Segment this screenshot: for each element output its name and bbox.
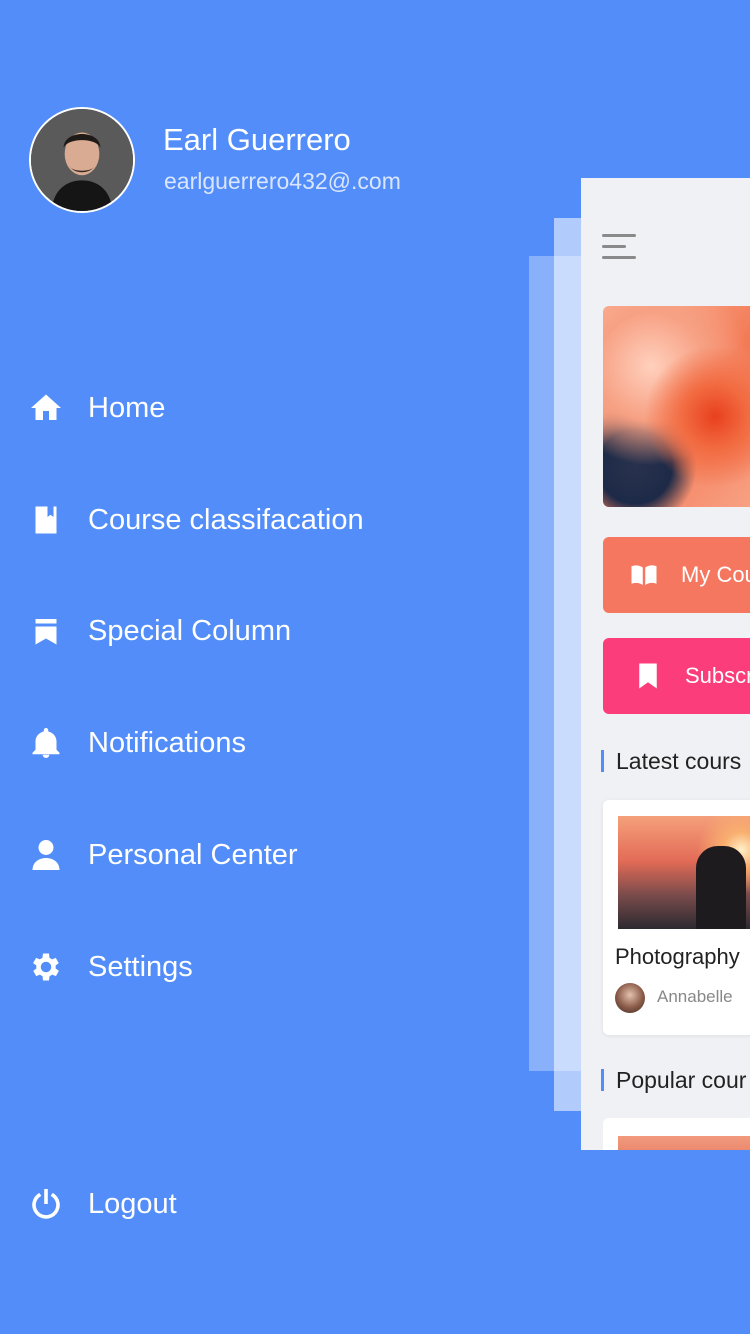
my-courses-button[interactable]: My Cou (603, 537, 750, 613)
user-email: earlguerrero432@.com (164, 168, 401, 194)
course-thumbnail (618, 816, 750, 929)
latest-courses-heading: Latest cours (601, 750, 741, 773)
my-courses-label: My Cou (681, 562, 750, 587)
menu-item-personal-center[interactable]: Personal Center (28, 833, 298, 877)
course-card[interactable]: Photography Annabelle (603, 800, 750, 1035)
menu-item-home[interactable]: Home (28, 386, 165, 430)
bookmark-icon (28, 613, 64, 649)
menu-item-label: Notifications (88, 726, 246, 759)
home-icon (28, 390, 64, 426)
course-title: Photography (615, 944, 740, 969)
profile-avatar[interactable] (29, 107, 135, 213)
profile-avatar-image (31, 109, 133, 211)
bell-icon (28, 725, 64, 761)
featured-banner[interactable] (603, 306, 750, 507)
logout-button[interactable]: Logout (28, 1182, 177, 1226)
hamburger-menu-icon[interactable] (602, 234, 638, 260)
menu-item-label: Course classifacation (88, 503, 364, 536)
user-name: Earl Guerrero (163, 122, 351, 157)
person-icon (28, 837, 64, 873)
author-avatar (615, 983, 645, 1013)
subscriptions-button[interactable]: Subscri (603, 638, 750, 714)
popular-course-card[interactable] (603, 1118, 750, 1150)
popular-courses-heading: Popular cour (601, 1069, 746, 1092)
main-screen-preview[interactable]: My Cou Subscri Latest cours Photography … (581, 178, 750, 1150)
menu-item-course-classification[interactable]: Course classifacation (28, 498, 364, 542)
menu-item-special-column[interactable]: Special Column (28, 609, 291, 653)
power-icon (28, 1186, 64, 1222)
menu-item-settings[interactable]: Settings (28, 945, 193, 989)
subscriptions-label: Subscri (685, 663, 750, 688)
menu-item-label: Special Column (88, 614, 292, 647)
menu-item-label: Personal Center (88, 838, 298, 871)
menu-item-label: Settings (88, 950, 193, 983)
author-name: Annabelle (657, 987, 733, 1006)
logout-label: Logout (88, 1187, 177, 1220)
book-icon (28, 502, 64, 538)
open-book-icon (631, 565, 657, 585)
gear-icon (28, 949, 64, 985)
menu-item-label: Home (88, 391, 166, 424)
bookmark-icon (639, 663, 657, 689)
menu-item-notifications[interactable]: Notifications (28, 721, 246, 765)
